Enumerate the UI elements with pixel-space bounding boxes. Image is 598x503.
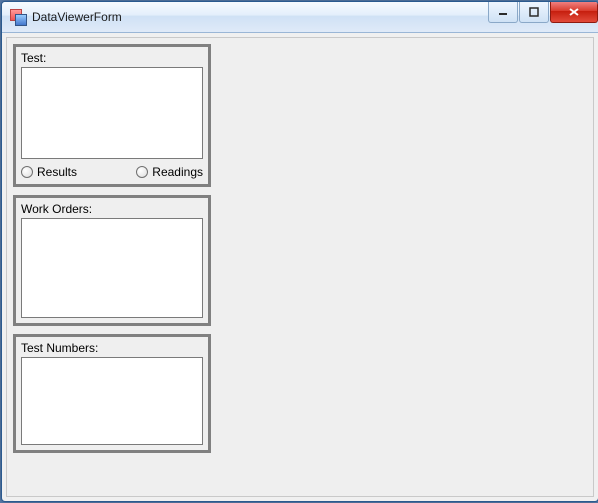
minimize-icon: [498, 7, 508, 17]
results-radio-option[interactable]: Results: [21, 165, 77, 179]
radio-icon: [21, 166, 33, 178]
test-label: Test:: [21, 51, 203, 65]
test-numbers-label: Test Numbers:: [21, 341, 203, 355]
client-area: Test: Results Readings Work Orders:: [6, 37, 594, 497]
test-numbers-groupbox: Test Numbers:: [13, 334, 211, 453]
maximize-icon: [529, 7, 539, 17]
results-radio-label: Results: [37, 165, 77, 179]
maximize-button[interactable]: [519, 2, 549, 23]
app-icon: [10, 9, 26, 25]
work-orders-groupbox: Work Orders:: [13, 195, 211, 326]
readings-radio-label: Readings: [152, 165, 203, 179]
minimize-button[interactable]: [488, 2, 518, 23]
radio-icon: [136, 166, 148, 178]
work-orders-listbox[interactable]: [21, 218, 203, 318]
test-listbox[interactable]: [21, 67, 203, 159]
window-buttons: [487, 2, 598, 22]
test-groupbox: Test: Results Readings: [13, 44, 211, 187]
close-icon: [568, 7, 580, 17]
view-mode-radio-group: Results Readings: [21, 165, 203, 179]
left-panel: Test: Results Readings Work Orders:: [13, 44, 211, 490]
readings-radio-option[interactable]: Readings: [136, 165, 203, 179]
window-title: DataViewerForm: [32, 10, 122, 24]
close-button[interactable]: [550, 2, 598, 23]
titlebar[interactable]: DataViewerForm: [2, 2, 598, 33]
app-window: DataViewerForm Test:: [1, 1, 598, 502]
test-numbers-listbox[interactable]: [21, 357, 203, 445]
work-orders-label: Work Orders:: [21, 202, 203, 216]
